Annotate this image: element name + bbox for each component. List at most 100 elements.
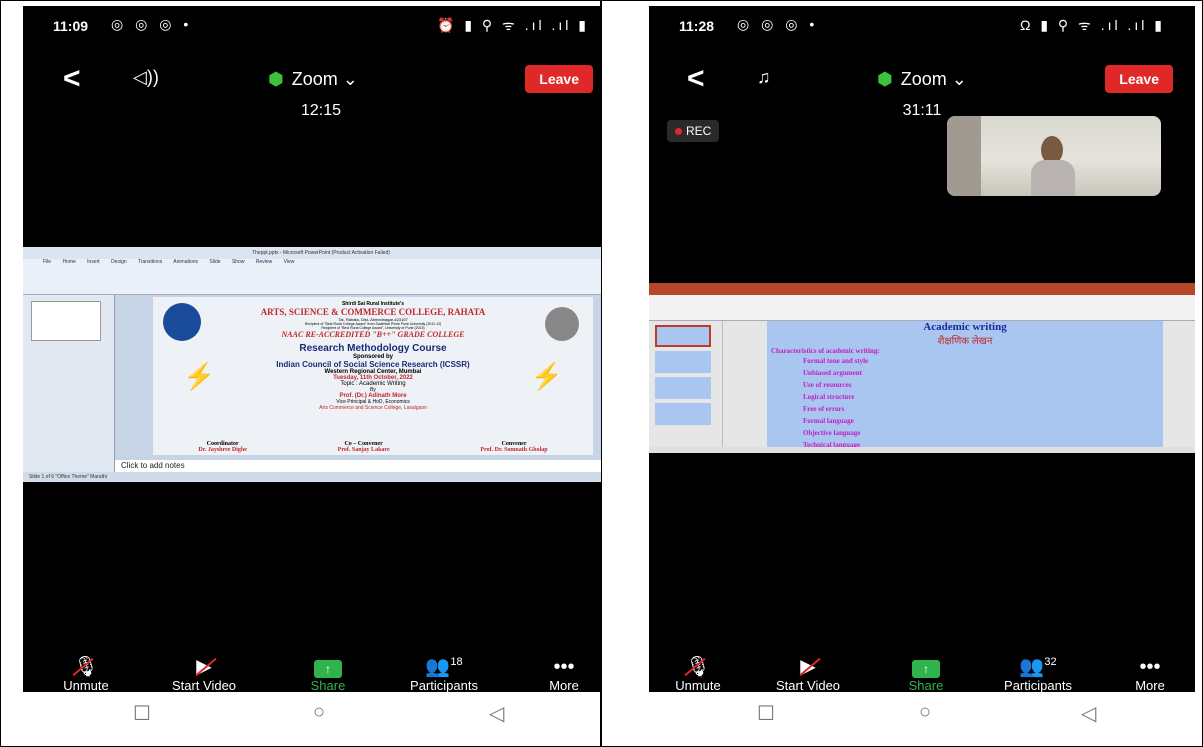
participants-button[interactable]: 👥18 Participants (399, 656, 489, 692)
slide-bullet: Unbiased argument (803, 369, 862, 377)
participants-count: 18 (450, 656, 463, 668)
participants-icon: 👥 (1019, 656, 1045, 678)
right-screenshot: 11:28 ◎ ◎ ◎ • Ω ▮ ⚲ ᯤ .ıl .ıl ▮ < ♫ ⬢ Zoo… (601, 0, 1203, 747)
shared-screen: Theppt.pptx - Microsoft PowerPoint (Prod… (23, 247, 619, 482)
shield-icon: ⬢ (268, 69, 284, 89)
more-button[interactable]: ••• More (519, 656, 609, 692)
background-door (947, 116, 981, 196)
android-navbar: ☐ ○ ◁ (23, 693, 619, 733)
speaker-video-thumbnail[interactable] (947, 116, 1161, 196)
slide-bullet: Free of errors (803, 405, 845, 413)
slide-thumbnail[interactable] (655, 351, 711, 373)
ppt-statusbar (649, 447, 1195, 453)
recording-indicator: REC (667, 120, 720, 142)
flame-logo-left: ⚡ (183, 361, 216, 391)
zoom-screen-right: 11:28 ◎ ◎ ◎ • Ω ▮ ⚲ ᯤ .ıl .ıl ▮ < ♫ ⬢ Zoo… (649, 6, 1195, 692)
nav-back-icon[interactable]: ◁ (1081, 701, 1096, 726)
back-icon[interactable]: < (687, 62, 705, 96)
meeting-title[interactable]: ⬢ Zoom ⌄ (268, 69, 358, 90)
ppt-slide-panel (649, 321, 723, 447)
slide-naac: NAAC RE-ACCREDITED "B++" GRADE COLLEGE (281, 330, 465, 339)
slide-course: Research Methodology Course (299, 343, 447, 354)
slide-thumbnail[interactable] (655, 403, 711, 425)
more-dots-icon: ••• (1139, 656, 1161, 678)
status-time: 11:09 (53, 18, 89, 34)
slide-thumbnail[interactable] (655, 377, 711, 399)
meeting-title[interactable]: ⬢ Zoom ⌄ (877, 69, 967, 90)
record-dot-icon (675, 128, 682, 136)
presenter-video (1031, 136, 1075, 196)
shared-screen: Academic writing शैक्षणिक लेखन Character… (649, 283, 1195, 453)
recents-icon[interactable]: ☐ (757, 701, 775, 726)
ppt-slide-panel (23, 295, 115, 472)
home-icon[interactable]: ○ (313, 701, 325, 724)
video-off-icon: ▶ (800, 656, 816, 678)
title-slide: Shirdi Sai Rural Institute's ARTS, SCIEN… (153, 297, 593, 455)
slide-bullet: Objective language (803, 429, 861, 437)
slide-bullets: Formal tone and style Unbiased argument … (767, 355, 1163, 451)
ppt-workspace: Shirdi Sai Rural Institute's ARTS, SCIEN… (23, 295, 619, 472)
saibaba-photo (545, 307, 579, 341)
slide-heading: Characteristics of academic writing: (771, 347, 880, 355)
status-bar: 11:09 ◎ ◎ ◎ • ⏰ ▮ ⚲ ᯤ .ıl .ıl ▮ (23, 16, 619, 36)
video-off-icon: ▶ (196, 656, 212, 678)
meeting-toolbar: 🎙 Unmute ▶ Start Video ↑ Share 👥18 Parti… (23, 656, 619, 692)
slide-council: Indian Council of Social Science Researc… (276, 360, 470, 369)
meeting-topbar: < ♫ ⬢ Zoom ⌄ Leave (649, 62, 1195, 102)
start-video-button[interactable]: ▶ Start Video (763, 656, 853, 692)
shield-icon: ⬢ (877, 69, 893, 89)
slide-college: ARTS, SCIENCE & COMMERCE COLLEGE, RAHATA (260, 307, 486, 317)
slide-thumbnail-active[interactable] (655, 325, 711, 347)
meeting-toolbar: 🎙 Unmute ▶ Start Video ↑ Share 👥32 Parti… (649, 656, 1195, 692)
content-slide: Academic writing शैक्षणिक लेखन Character… (767, 321, 1163, 449)
status-bar: 11:28 ◎ ◎ ◎ • Ω ▮ ⚲ ᯤ .ıl .ıl ▮ (649, 16, 1195, 36)
headphone-icon[interactable]: ♫ (757, 67, 771, 88)
chevron-down-icon: ⌄ (951, 69, 967, 89)
nav-back-icon[interactable]: ◁ (489, 701, 504, 726)
notes-pane[interactable]: Click to add notes (115, 460, 619, 472)
slide-bullet: Formal tone and style (803, 357, 869, 365)
back-icon[interactable]: < (63, 62, 81, 96)
ppt-window-title (649, 283, 1195, 295)
ppt-ribbon (649, 295, 1195, 321)
slide-subtitle: शैक्षणिक लेखन (937, 336, 993, 347)
share-button[interactable]: ↑ Share (283, 656, 373, 692)
start-video-button[interactable]: ▶ Start Video (159, 656, 249, 692)
more-button[interactable]: ••• More (1105, 656, 1195, 692)
slide-thumbnail[interactable] (31, 301, 101, 341)
speaker-icon[interactable]: ◁)) (133, 67, 159, 88)
leave-button[interactable]: Leave (1105, 65, 1173, 93)
system-icons: ⏰ ▮ ⚲ ᯤ .ıl .ıl ▮ (437, 17, 589, 33)
participants-button[interactable]: 👥32 Participants (993, 656, 1083, 692)
system-icons: Ω ▮ ⚲ ᯤ .ıl .ıl ▮ (1019, 17, 1165, 33)
college-logo (163, 303, 201, 341)
notification-icons: ◎ ◎ ◎ • (737, 16, 819, 32)
android-navbar: ☐ ○ ◁ (649, 693, 1195, 733)
meeting-timer: 12:15 (300, 102, 342, 119)
ppt-ribbon: File Home Insert Design Transitions Anim… (23, 259, 619, 295)
slide-speaker-college: Arts Commerce and Science College, Lasal… (319, 405, 427, 411)
status-time: 11:28 (679, 18, 715, 34)
share-button[interactable]: ↑ Share (881, 656, 971, 692)
unmute-button[interactable]: 🎙 Unmute (653, 656, 743, 692)
unmute-button[interactable]: 🎙 Unmute (41, 656, 131, 692)
participants-count: 32 (1044, 656, 1057, 668)
microphone-muted-icon: 🎙 (73, 656, 99, 678)
slide-bullet: Formal language (803, 417, 854, 425)
home-icon[interactable]: ○ (919, 701, 931, 724)
leave-button[interactable]: Leave (525, 65, 593, 93)
zoom-screen-left: 11:09 ◎ ◎ ◎ • ⏰ ▮ ⚲ ᯤ .ıl .ıl ▮ < ◁)) ⬢ Z… (23, 6, 619, 692)
slide-bullet: Logical structure (803, 393, 855, 401)
share-arrow-icon: ↑ (912, 660, 940, 678)
microphone-muted-icon: 🎙 (685, 656, 711, 678)
ppt-tabs: File Home Insert Design Transitions Anim… (43, 259, 295, 265)
ppt-workspace: Academic writing शैक्षणिक लेखन Character… (649, 321, 1195, 449)
flame-logo-right: ⚡ (530, 361, 563, 391)
participants-icon: 👥 (425, 656, 451, 678)
left-screenshot: 11:09 ◎ ◎ ◎ • ⏰ ▮ ⚲ ᯤ .ıl .ıl ▮ < ◁)) ⬢ Z… (0, 0, 619, 747)
chevron-down-icon: ⌄ (342, 69, 358, 89)
share-arrow-icon: ↑ (314, 660, 342, 678)
recents-icon[interactable]: ☐ (133, 701, 151, 726)
notification-icons: ◎ ◎ ◎ • (111, 16, 193, 32)
ppt-window-title: Theppt.pptx - Microsoft PowerPoint (Prod… (23, 247, 619, 259)
